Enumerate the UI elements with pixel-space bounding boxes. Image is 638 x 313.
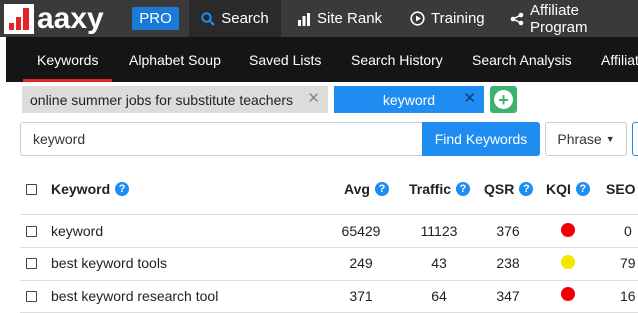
search-icon	[201, 11, 216, 26]
column-header-traffic[interactable]: Traffic ?	[409, 180, 471, 198]
kqi-red-indicator	[561, 223, 575, 237]
keyword-cell[interactable]: keyword	[51, 222, 103, 240]
traffic-cell: 11123	[420, 223, 458, 239]
kqi-red-indicator	[561, 287, 575, 301]
tab-affiliate[interactable]: Affiliat	[601, 37, 638, 82]
avg-cell: 249	[349, 255, 373, 271]
tab-keywords[interactable]: Keywords	[22, 37, 114, 82]
qsr-cell: 238	[496, 255, 520, 271]
logo-text: aaxy	[37, 1, 104, 35]
keyword-tab[interactable]: online summer jobs for substitute teache…	[22, 86, 328, 113]
caret-down-icon: ▼	[605, 134, 615, 144]
keyword-cell[interactable]: best keyword tools	[51, 254, 167, 272]
tab-saved-lists[interactable]: Saved Lists	[249, 37, 321, 82]
column-header-qsr[interactable]: QSR ?	[484, 180, 534, 198]
keyword-tab-active[interactable]: keyword ✕	[334, 86, 484, 113]
column-label: SEO	[606, 181, 636, 197]
nav-search-label: Search	[221, 10, 269, 27]
play-circle-icon	[410, 11, 425, 26]
row-checkbox[interactable]	[26, 258, 37, 269]
select-all-checkbox[interactable]	[26, 184, 37, 195]
logo[interactable]: aaxy	[4, 3, 104, 34]
top-navbar: aaxy PRO Search Site Rank Training Affil…	[0, 0, 638, 37]
qsr-cell: 347	[496, 288, 520, 304]
keyword-tab-label: online summer jobs for substitute teache…	[30, 91, 294, 108]
column-header-keyword[interactable]: Keyword ?	[51, 180, 130, 198]
nav-training-label: Training	[431, 10, 485, 27]
divider	[20, 247, 638, 248]
qsr-cell: 376	[496, 223, 520, 239]
column-label: QSR	[484, 181, 515, 197]
nav-affiliate-label: Affiliate Program	[530, 1, 588, 36]
question-icon[interactable]: ?	[519, 182, 534, 196]
nav-training[interactable]: Training	[410, 0, 485, 37]
column-label: Keyword	[51, 181, 111, 197]
partial-button[interactable]	[632, 122, 638, 156]
find-keywords-button[interactable]: Find Keywords	[422, 122, 540, 156]
sub-navbar: Keywords Alphabet Soup Saved Lists Searc…	[6, 37, 638, 82]
column-header-kqi[interactable]: KQI ?	[546, 180, 590, 198]
pro-badge: PRO	[132, 7, 179, 30]
divider	[20, 214, 638, 215]
column-header-seo[interactable]: SEO	[606, 180, 636, 198]
tab-search-analysis[interactable]: Search Analysis	[472, 37, 572, 82]
seo-cell: 79	[620, 255, 636, 271]
column-label: Avg	[344, 181, 370, 197]
divider	[20, 280, 638, 281]
seo-cell: 0	[624, 223, 632, 239]
column-label: Traffic	[409, 181, 452, 197]
nav-search[interactable]: Search	[189, 0, 281, 37]
logo-bars-icon	[4, 3, 34, 34]
search-input[interactable]	[20, 122, 423, 156]
question-icon[interactable]: ?	[115, 182, 130, 196]
column-header-avg[interactable]: Avg ?	[344, 180, 389, 198]
question-icon[interactable]: ?	[575, 182, 590, 196]
nav-site-rank-label: Site Rank	[317, 10, 383, 27]
tab-alphabet-soup[interactable]: Alphabet Soup	[129, 37, 221, 82]
nav-site-rank[interactable]: Site Rank	[297, 0, 382, 37]
kqi-yellow-indicator	[561, 255, 575, 269]
column-label: KQI	[546, 181, 571, 197]
tab-search-history[interactable]: Search History	[351, 37, 443, 82]
nav-affiliate[interactable]: Affiliate Program	[510, 0, 638, 37]
phrase-dropdown[interactable]: Phrase ▼	[545, 122, 627, 156]
question-icon[interactable]: ?	[456, 182, 471, 196]
add-tab-button[interactable]: +	[490, 86, 517, 113]
phrase-label: Phrase	[557, 131, 602, 147]
seo-cell: 16	[620, 288, 636, 304]
keyword-cell[interactable]: best keyword research tool	[51, 287, 218, 305]
row-checkbox[interactable]	[26, 291, 37, 302]
share-icon	[510, 12, 524, 26]
row-checkbox[interactable]	[26, 226, 37, 237]
avg-cell: 371	[349, 288, 373, 304]
close-icon[interactable]: ✕	[307, 91, 320, 107]
traffic-cell: 43	[431, 255, 447, 271]
close-icon[interactable]: ✕	[463, 91, 476, 107]
avg-cell: 65429	[341, 223, 381, 239]
question-icon[interactable]: ?	[374, 182, 389, 196]
traffic-cell: 64	[431, 288, 447, 304]
bar-chart-icon	[297, 12, 311, 26]
plus-circle-icon: +	[494, 90, 513, 109]
keyword-tab-label: keyword	[382, 91, 436, 108]
